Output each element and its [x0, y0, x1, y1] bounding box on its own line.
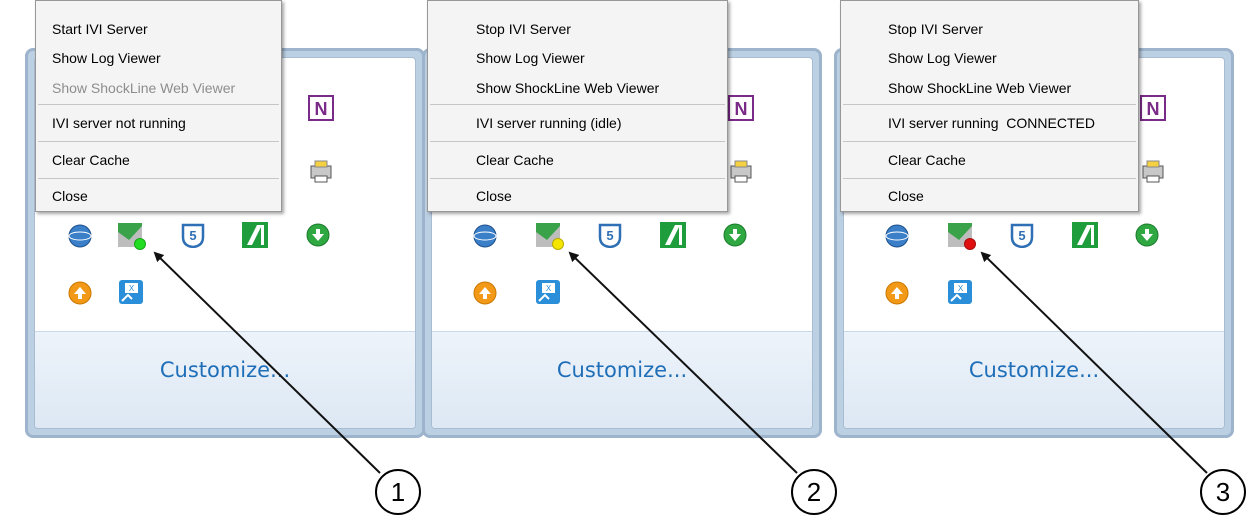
callout-arrow — [568, 251, 798, 474]
callout-arrows — [153, 251, 1208, 474]
callout-arrow — [980, 251, 1208, 474]
callout-arrow — [153, 251, 381, 474]
